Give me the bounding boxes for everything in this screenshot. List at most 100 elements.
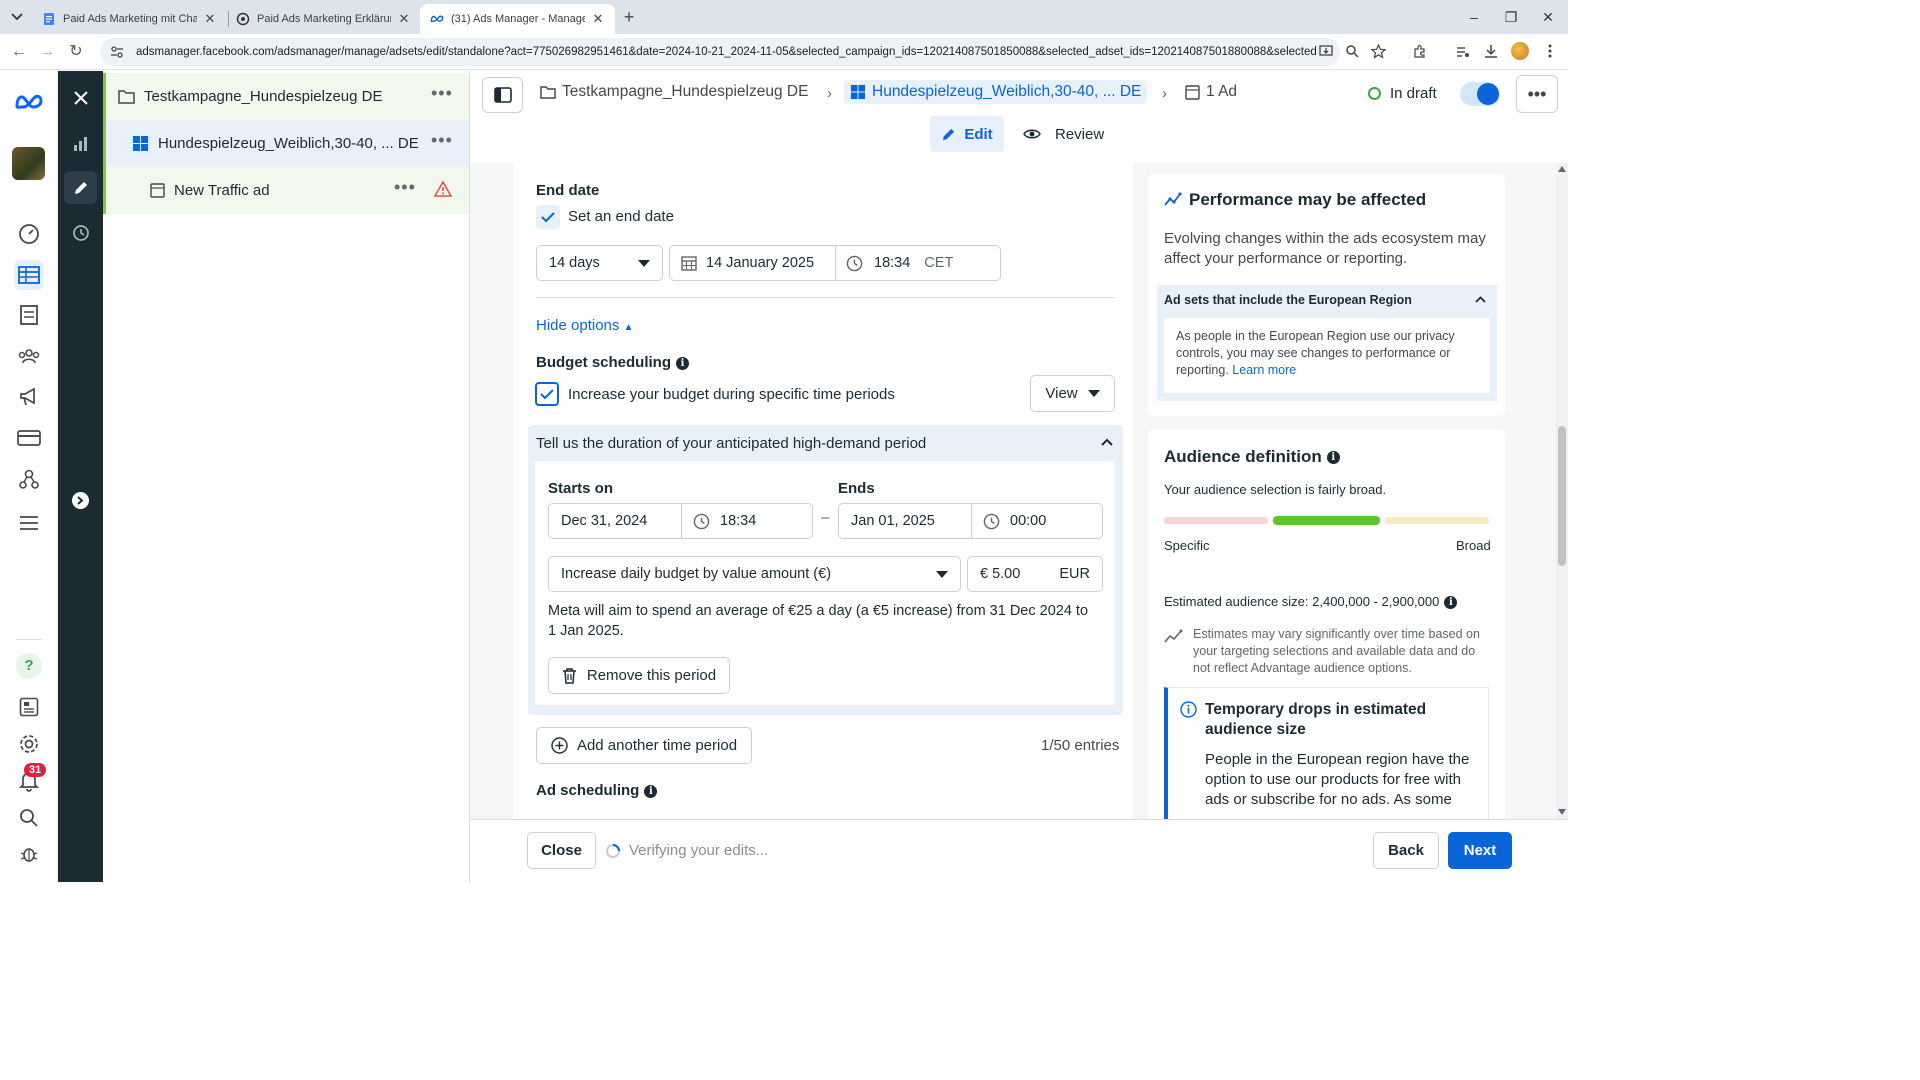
close-tab-icon[interactable]: ✕ xyxy=(397,12,411,26)
close-tab-icon[interactable]: ✕ xyxy=(203,12,217,26)
info-icon[interactable]: i xyxy=(676,356,689,370)
end-date-input[interactable]: 14 January 2025 xyxy=(670,246,836,280)
more-options-button[interactable]: ••• xyxy=(1516,75,1558,113)
close-tab-icon[interactable]: ✕ xyxy=(591,12,605,26)
tab-review[interactable]: Review xyxy=(1023,116,1104,152)
increase-type-select[interactable]: Increase daily budget by value amount (€… xyxy=(548,556,961,592)
campaign-more-icon[interactable]: ••• xyxy=(431,84,452,102)
view-button[interactable]: View xyxy=(1030,375,1115,412)
scroll-down-icon[interactable] xyxy=(1558,809,1566,815)
account-avatar[interactable] xyxy=(12,147,45,180)
end-time-input[interactable]: 18:34 CET xyxy=(836,255,953,272)
add-period-button[interactable]: Add another time period xyxy=(536,727,752,764)
scrollbar-thumb[interactable] xyxy=(1558,426,1566,566)
site-settings-icon[interactable] xyxy=(110,45,124,59)
install-app-icon[interactable] xyxy=(1317,42,1335,60)
forward-icon[interactable]: → xyxy=(38,43,56,61)
back-icon[interactable]: ← xyxy=(10,43,28,61)
restore-icon[interactable]: ❐ xyxy=(1502,8,1520,26)
edit-pencil-icon[interactable] xyxy=(64,171,97,204)
warning-icon[interactable] xyxy=(434,181,452,197)
publish-toggle[interactable] xyxy=(1460,82,1500,106)
url-field[interactable]: adsmanager.facebook.com/adsmanager/manag… xyxy=(100,38,1340,66)
page-scrollbar[interactable] xyxy=(1556,163,1568,819)
settings-gear-icon[interactable] xyxy=(14,729,44,759)
caret-down-icon xyxy=(638,259,650,267)
extensions-icon[interactable] xyxy=(1410,42,1428,60)
zoom-icon[interactable] xyxy=(1343,42,1361,60)
info-icon[interactable]: i xyxy=(1326,451,1340,465)
browser-tab-active[interactable]: (31) Ads Manager - Manage ads ✕ xyxy=(420,4,615,34)
media-controls-icon[interactable] xyxy=(1453,42,1471,60)
profile-avatar[interactable] xyxy=(1511,42,1529,60)
expand-panel-icon[interactable] xyxy=(64,484,97,517)
duration-value: 14 days xyxy=(549,255,600,271)
history-clock-icon[interactable] xyxy=(64,216,97,249)
reload-icon[interactable]: ↻ xyxy=(67,43,85,61)
period-end-time-input[interactable]: 00:00 xyxy=(972,513,1046,530)
collapse-chevron-icon[interactable] xyxy=(1475,296,1486,303)
duration-select[interactable]: 14 days xyxy=(536,245,663,281)
downloads-icon[interactable] xyxy=(1482,42,1500,60)
breadcrumb-adset[interactable]: Hundespielzeug_Weiblich,30-40, ... DE xyxy=(844,80,1148,104)
close-window-icon[interactable]: ✕ xyxy=(1539,8,1557,26)
close-button[interactable]: Close xyxy=(527,832,596,869)
search-icon[interactable] xyxy=(14,803,44,833)
remove-period-button[interactable]: Remove this period xyxy=(548,657,730,694)
breadcrumb-ad[interactable]: 1 Ad xyxy=(1185,83,1237,101)
bookmark-star-icon[interactable] xyxy=(1369,42,1387,60)
clock-icon xyxy=(983,513,1000,529)
reports-icon[interactable] xyxy=(14,300,44,330)
tab-search-chevron-icon[interactable] xyxy=(8,8,26,26)
start-time-input[interactable]: 18:34 xyxy=(682,513,756,530)
chatgpt-icon xyxy=(236,12,250,26)
end-date-checkbox[interactable] xyxy=(536,205,560,229)
info-icon[interactable]: i xyxy=(644,784,658,798)
news-feed-icon[interactable] xyxy=(14,692,44,722)
next-button[interactable]: Next xyxy=(1448,832,1512,869)
tree-item-ad[interactable]: New Traffic ad ••• xyxy=(103,167,469,214)
end-period-datetime-field[interactable]: Jan 01, 2025 00:00 xyxy=(838,503,1103,539)
billing-card-icon[interactable] xyxy=(14,423,44,453)
tab-edit-label: Edit xyxy=(964,125,993,143)
end-datetime-field[interactable]: 14 January 2025 18:34 CET xyxy=(669,245,1001,281)
tree-item-campaign[interactable]: Testkampagne_Hundespielzeug DE ••• xyxy=(103,73,469,120)
start-date-value: Dec 31, 2024 xyxy=(561,513,648,529)
hide-options-link[interactable]: Hide options ▲ xyxy=(536,317,633,334)
tree-item-adset[interactable]: Hundespielzeug_Weiblich,30-40, ... DE ••… xyxy=(103,120,469,167)
audiences-icon[interactable] xyxy=(14,341,44,371)
start-date-input[interactable]: Dec 31, 2024 xyxy=(549,504,682,538)
timezone-label: CET xyxy=(924,255,954,271)
info-icon[interactable]: i xyxy=(1444,596,1458,610)
ads-manager-table-icon[interactable] xyxy=(14,260,44,290)
tab-title: Paid Ads Marketing Erklärung xyxy=(257,13,391,25)
campaigns-megaphone-icon[interactable] xyxy=(14,382,44,412)
increase-budget-checkbox[interactable] xyxy=(535,382,559,406)
amount-input[interactable]: € 5.00 EUR xyxy=(967,556,1103,592)
dashboard-gauge-icon[interactable] xyxy=(14,219,44,249)
notification-count-badge: 31 xyxy=(24,763,47,777)
browser-tab[interactable]: Paid Ads Marketing mit ChatGPT ✕ xyxy=(32,4,227,34)
scroll-up-icon[interactable] xyxy=(1558,166,1566,172)
adset-more-icon[interactable]: ••• xyxy=(431,131,452,149)
meta-logo-icon[interactable] xyxy=(14,87,44,117)
start-datetime-field[interactable]: Dec 31, 2024 18:34 xyxy=(548,503,813,539)
business-settings-icon[interactable] xyxy=(14,464,44,494)
back-button[interactable]: Back xyxy=(1373,832,1439,869)
all-tools-menu-icon[interactable] xyxy=(14,508,44,538)
collapse-chevron-icon[interactable] xyxy=(1101,438,1113,446)
period-end-date-input[interactable]: Jan 01, 2025 xyxy=(839,504,972,538)
browser-tab[interactable]: Paid Ads Marketing Erklärung ✕ xyxy=(226,4,421,34)
browser-menu-icon[interactable] xyxy=(1541,42,1559,60)
charts-icon[interactable] xyxy=(64,127,97,160)
tab-edit[interactable]: Edit xyxy=(930,116,1004,152)
toggle-sidebar-icon[interactable] xyxy=(482,77,523,113)
bug-report-icon[interactable] xyxy=(14,839,44,869)
breadcrumb-campaign[interactable]: Testkampagne_Hundespielzeug DE xyxy=(540,83,808,101)
new-tab-icon[interactable]: + xyxy=(620,8,638,26)
minimize-icon[interactable]: – xyxy=(1465,8,1483,26)
learn-more-link[interactable]: Learn more xyxy=(1232,363,1296,377)
help-icon[interactable]: ? xyxy=(14,651,44,681)
ad-more-icon[interactable]: ••• xyxy=(394,178,415,196)
close-editor-icon[interactable] xyxy=(64,81,97,114)
